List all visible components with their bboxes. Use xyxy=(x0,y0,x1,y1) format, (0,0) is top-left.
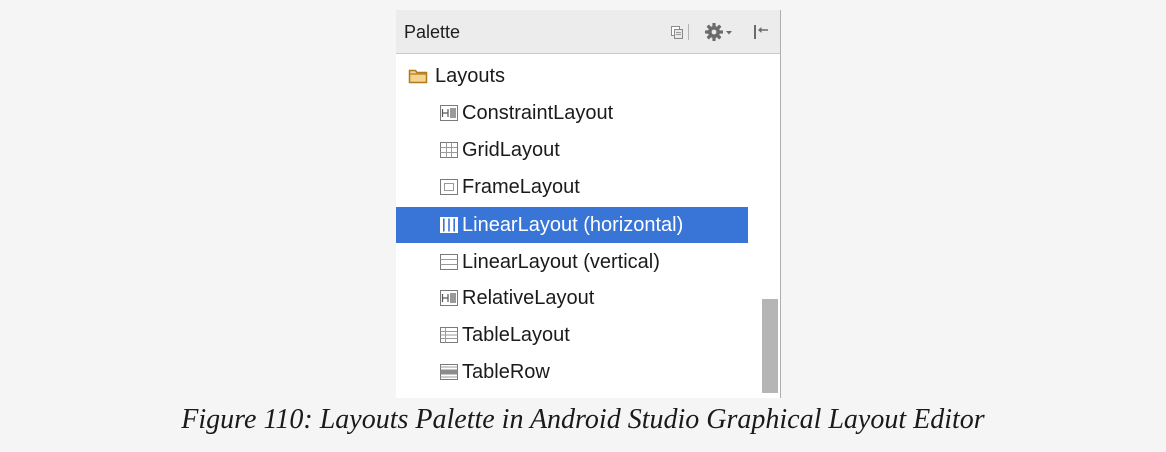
palette-item-frame-layout[interactable]: FrameLayout xyxy=(396,169,748,205)
constraint-layout-icon xyxy=(439,103,459,123)
toolbar-separator xyxy=(688,24,689,40)
palette-item-label: TableRow xyxy=(462,361,550,383)
palette-item-grid-layout[interactable]: GridLayout xyxy=(396,132,748,168)
palette-title: Palette xyxy=(404,22,461,42)
palette-group-layouts[interactable]: Layouts xyxy=(396,58,748,94)
palette-tree: Layouts ConstraintLayout GridLayout Fram… xyxy=(396,54,780,398)
palette-item-constraint-layout[interactable]: ConstraintLayout xyxy=(396,95,748,131)
palette-item-label: TableLayout xyxy=(462,324,570,346)
palette-item-label: RelativeLayout xyxy=(462,287,595,309)
palette-item-label: ConstraintLayout xyxy=(462,102,614,124)
collapse-panel-icon[interactable] xyxy=(752,22,770,42)
palette-item-relative-layout[interactable]: RelativeLayout xyxy=(396,280,748,316)
palette-item-label: FrameLayout xyxy=(462,176,580,198)
copy-icon[interactable] xyxy=(670,22,684,42)
table-layout-icon xyxy=(439,325,459,345)
palette-header: Palette xyxy=(396,10,780,54)
figure-caption: Figure 110: Layouts Palette in Android S… xyxy=(181,404,985,435)
palette-item-label: LinearLayout (horizontal) xyxy=(462,214,684,236)
palette-item-linear-layout-horizontal[interactable]: LinearLayout (horizontal) xyxy=(396,207,748,243)
table-row-icon xyxy=(439,362,459,382)
palette-group-label: Layouts xyxy=(435,65,506,87)
palette-item-table-row[interactable]: TableRow xyxy=(396,354,748,390)
gear-dropdown-icon[interactable] xyxy=(704,22,734,42)
palette-item-table-layout[interactable]: TableLayout xyxy=(396,317,748,353)
folder-icon xyxy=(408,68,428,84)
linear-horizontal-icon xyxy=(439,215,459,235)
relative-layout-icon xyxy=(439,288,459,308)
linear-vertical-icon xyxy=(439,252,459,272)
palette-panel: Palette Layouts ConstraintLayout GridLay… xyxy=(396,10,781,398)
palette-item-linear-layout-vertical[interactable]: LinearLayout (vertical) xyxy=(396,244,748,280)
palette-scrollbar[interactable] xyxy=(762,299,778,393)
grid-layout-icon xyxy=(439,140,459,160)
palette-item-label: LinearLayout (vertical) xyxy=(462,251,660,273)
palette-item-label: GridLayout xyxy=(462,139,560,161)
frame-layout-icon xyxy=(439,177,459,197)
